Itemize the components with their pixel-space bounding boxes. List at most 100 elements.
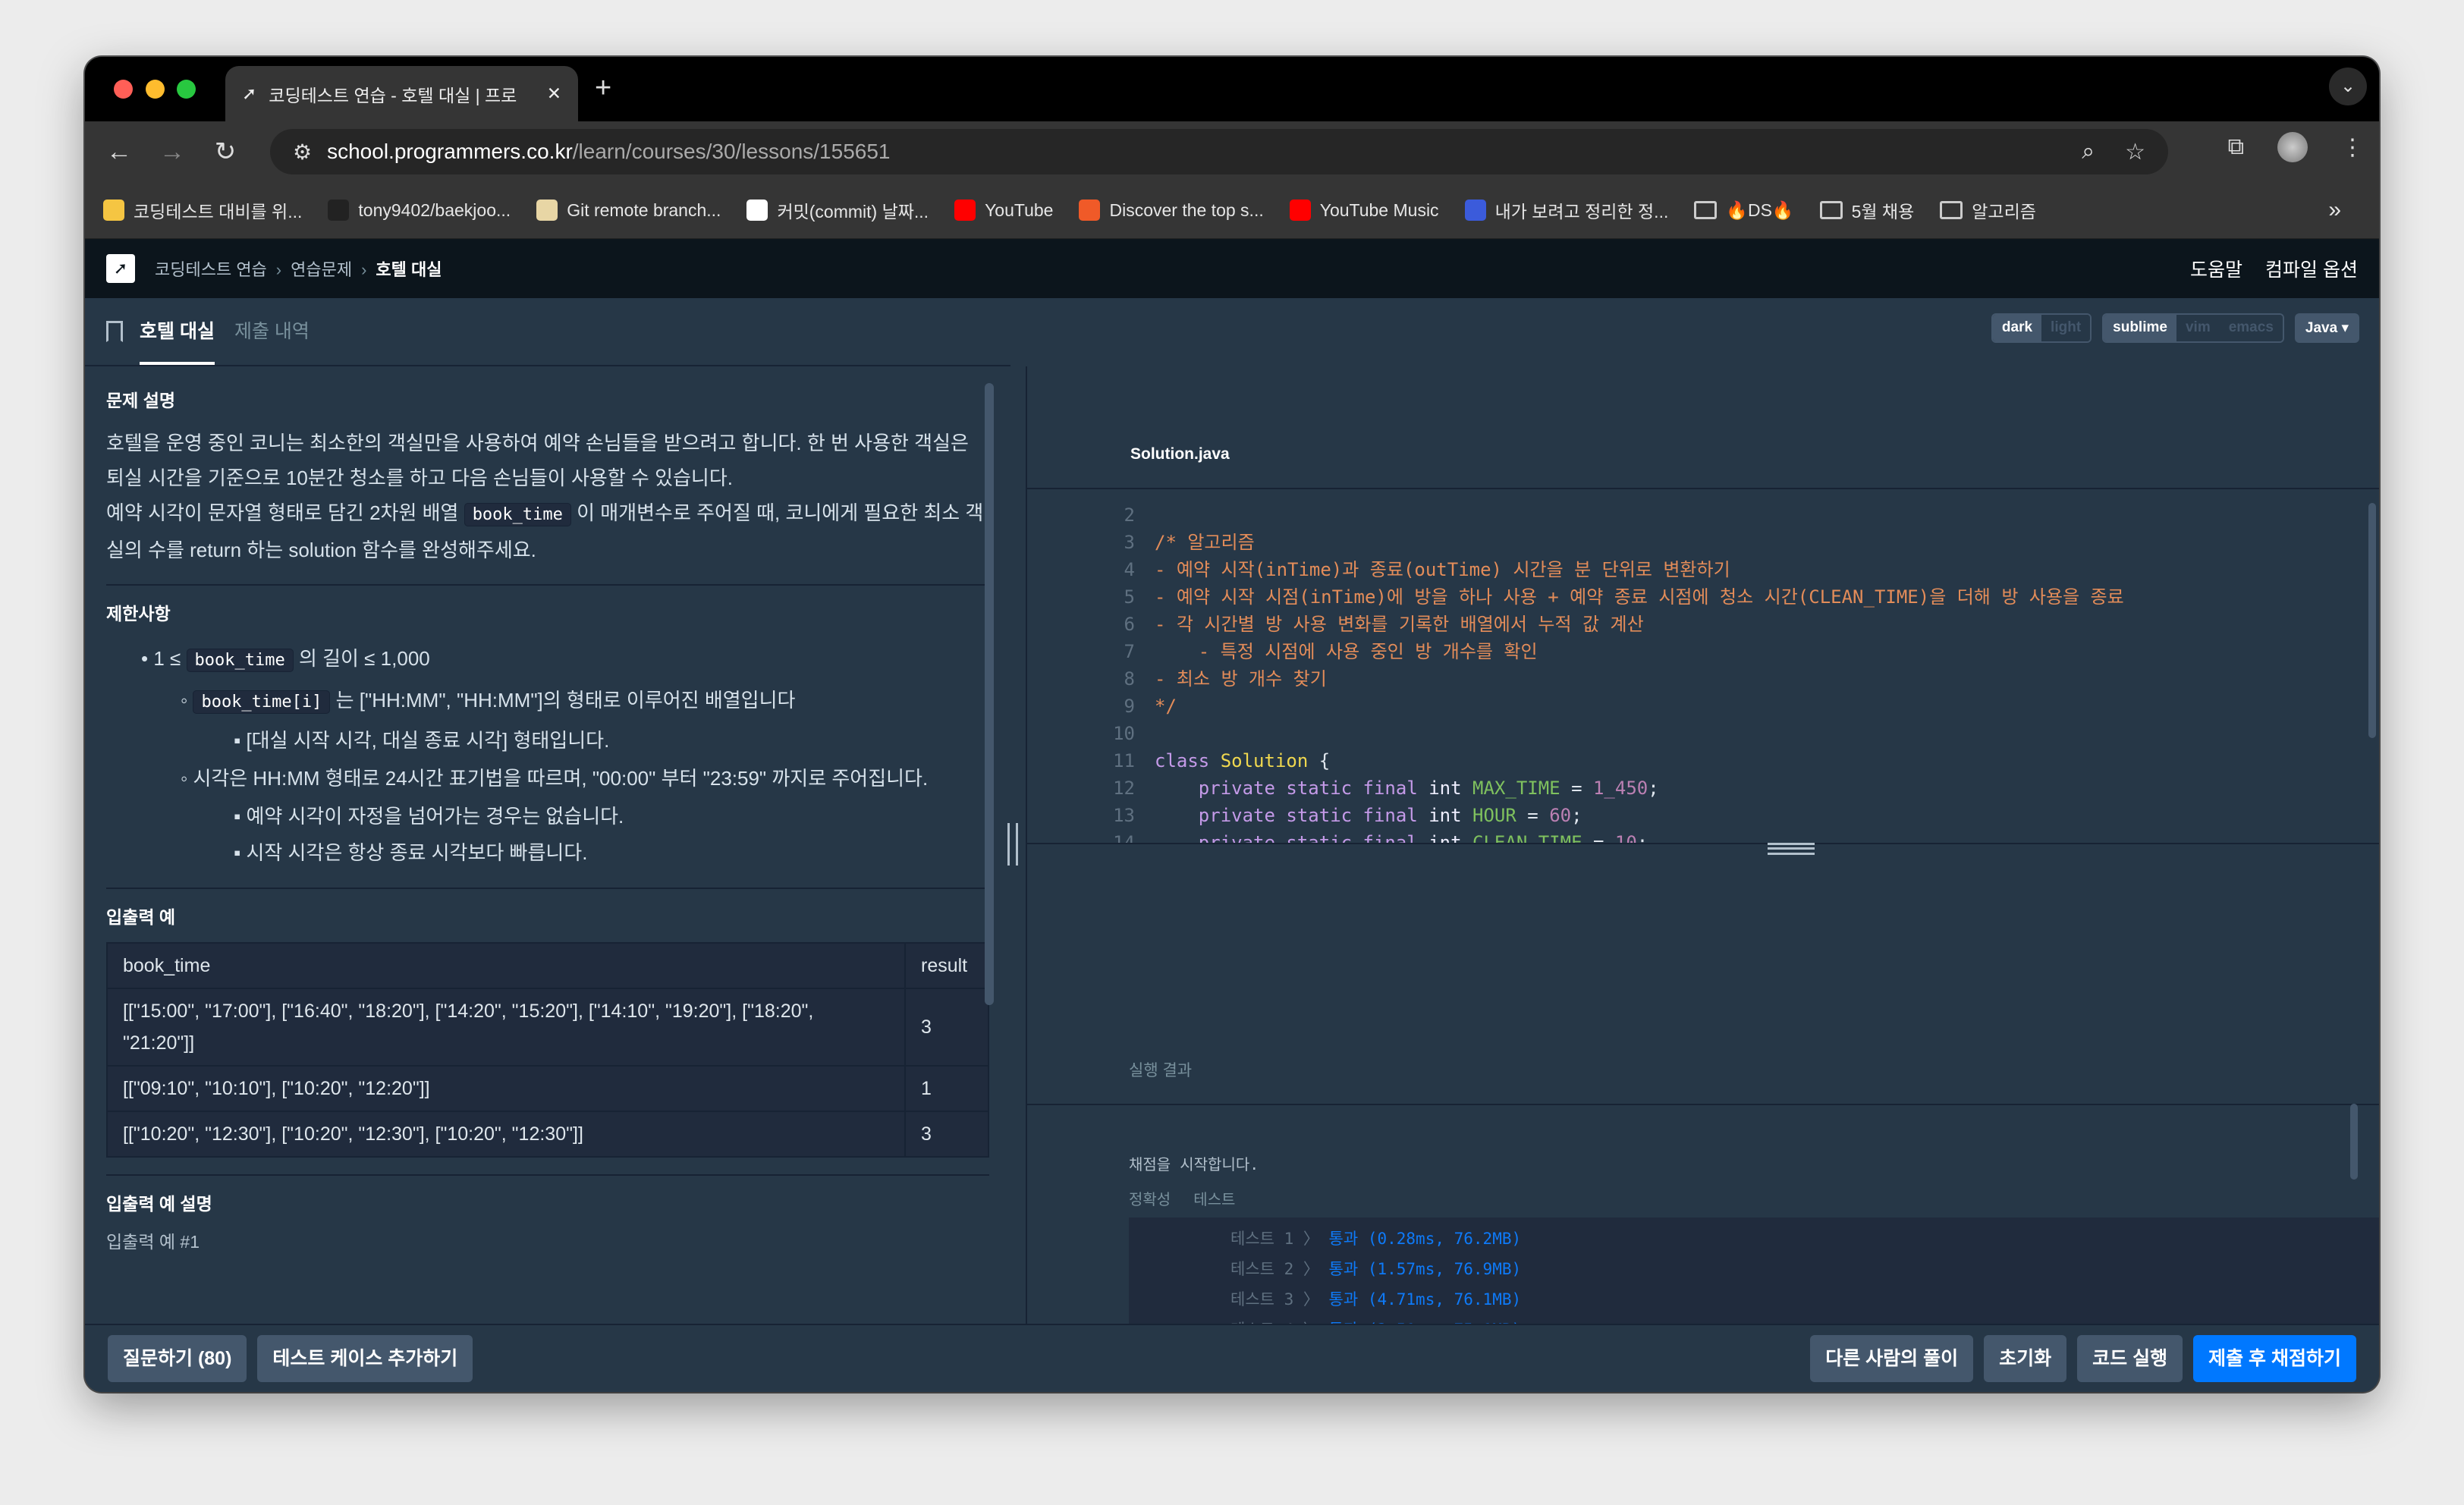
add-testcase-button[interactable]: 테스트 케이스 추가하기 <box>257 1335 473 1382</box>
tab-problem[interactable]: 호텔 대실 <box>140 316 215 365</box>
bookmark-item[interactable]: 내가 보려고 정리한 정... <box>1464 197 1668 223</box>
bookmark-item[interactable]: 커밋(commit) 날짜... <box>746 197 929 223</box>
run-code-button[interactable]: 코드 실행 <box>2077 1335 2183 1382</box>
file-name: Solution.java <box>1027 366 2379 489</box>
profile-avatar[interactable] <box>2277 132 2308 162</box>
tab-search-chevron-icon[interactable]: ⌄ <box>2329 68 2367 105</box>
editor-scrollbar[interactable] <box>2368 503 2376 738</box>
code-line[interactable]: 13 private static final int HOUR = 60; <box>1027 802 2379 829</box>
bookmark-star-icon[interactable]: ☆ <box>2125 139 2145 165</box>
bookmark-icon[interactable] <box>106 321 123 342</box>
bookmark-item[interactable]: tony9402/baekjoo... <box>328 200 511 221</box>
bookmark-item[interactable]: YouTube Music <box>1289 200 1439 221</box>
bookmark-label: Discover the top s... <box>1109 200 1264 220</box>
code-line[interactable]: 2 <box>1027 501 2379 529</box>
programmers-favicon-icon: ➚ <box>242 83 257 103</box>
extensions-icon[interactable]: ⧉ <box>2228 134 2244 160</box>
code-line[interactable]: 12 private static final int MAX_TIME = 1… <box>1027 774 2379 802</box>
line-number: 5 <box>1124 586 1135 608</box>
keymap-vim[interactable]: vim <box>2176 315 2220 341</box>
inline-code: book_time <box>464 503 571 526</box>
bookmark-item[interactable]: YouTube <box>954 200 1053 221</box>
editor-settings: dark light sublime vim emacs Java ▾ <box>1991 313 2359 343</box>
bookmark-folder[interactable]: 알고리즘 <box>1940 197 2036 223</box>
new-tab-icon[interactable]: + <box>595 72 611 105</box>
bookmark-item[interactable]: Git remote branch... <box>536 200 721 221</box>
bookmark-item[interactable]: 코딩테스트 대비를 위... <box>103 197 302 223</box>
code-line[interactable]: 8 - 최소 방 개수 찾기 <box>1027 665 2379 693</box>
reload-icon[interactable]: ↻ <box>199 137 252 167</box>
test-result-row: 테스트 1 〉 통과 (0.28ms, 76.2MB) <box>1230 1224 2379 1254</box>
app-header: ➚ 코딩테스트 연습 › 연습문제 › 호텔 대실 도움말 컴파일 옵션 <box>85 239 2379 298</box>
forward-icon[interactable]: → <box>146 137 199 167</box>
folder-label: 🔥DS🔥 <box>1726 200 1794 220</box>
bookmark-favicon-icon <box>536 200 558 221</box>
site-info-icon[interactable]: ⚙ <box>293 140 312 165</box>
divider <box>106 888 989 889</box>
divider <box>106 584 989 586</box>
test-result-row: 테스트 2 〉 통과 (1.57ms, 76.9MB) <box>1230 1254 2379 1284</box>
help-link[interactable]: 도움말 <box>2190 255 2242 282</box>
close-tab-icon[interactable]: ✕ <box>547 83 561 104</box>
code-token: = <box>1582 832 1615 843</box>
code-line[interactable]: 3 /* 알고리즘 <box>1027 529 2379 556</box>
breadcrumb-practice[interactable]: 연습문제 <box>291 260 352 279</box>
constraint-item: ▪ [대실 시작 시각, 대실 종료 시각] 형태입니다. <box>234 729 610 752</box>
test-results: 테스트 1 〉 통과 (0.28ms, 76.2MB) 테스트 2 〉 통과 (1… <box>1129 1218 2379 1324</box>
problem-description: 문제 설명 호텔을 운영 중인 코니는 최소한의 객실만을 사용하여 예약 손님… <box>85 366 1010 1324</box>
keymap-sublime[interactable]: sublime <box>2104 315 2176 341</box>
code-token: CLEAN_TIME <box>1472 832 1582 843</box>
folder-label: 알고리즘 <box>1972 202 2036 222</box>
test-label: 테스트 <box>1193 1192 1236 1208</box>
code-editor[interactable]: 2 3 /* 알고리즘 4 - 예약 시작(inTime)과 종료(outTime) 시… <box>1027 501 2379 843</box>
code-line[interactable]: 7 - 특정 시점에 사용 중인 방 개수를 확인 <box>1027 638 2379 665</box>
code-token: ; <box>1636 832 1648 843</box>
reset-button[interactable]: 초기화 <box>1984 1335 2067 1382</box>
bookmark-label: 코딩테스트 대비를 위... <box>134 202 303 222</box>
code-token: HOUR <box>1472 805 1516 826</box>
editor-panel: Solution.java 2 3 /* 알고리즘 4 - 예약 시작(inTime)과… <box>1026 366 2379 1324</box>
submit-button[interactable]: 제출 후 채점하기 <box>2193 1335 2356 1382</box>
test-status: 통과 (1.57ms, 76.9MB) <box>1328 1260 1522 1278</box>
test-label: 테스트 3 〉 <box>1230 1290 1319 1309</box>
theme-dark[interactable]: dark <box>1992 315 2042 341</box>
back-icon[interactable]: ← <box>93 137 146 167</box>
table-row: [["10:20", "12:30"], ["10:20", "12:30"],… <box>106 1111 989 1158</box>
language-select[interactable]: Java ▾ <box>2294 313 2359 343</box>
kebab-menu-icon[interactable]: ⋮ <box>2341 134 2364 161</box>
minimize-window-button[interactable] <box>146 80 165 99</box>
compile-options-link[interactable]: 컴파일 옵션 <box>2265 255 2358 282</box>
code-line[interactable]: 4 - 예약 시작(inTime)과 종료(outTime) 시간을 분 단위로 … <box>1027 556 2379 583</box>
bookmark-item[interactable]: Discover the top s... <box>1079 200 1264 221</box>
browser-tab[interactable]: ➚ 코딩테스트 연습 - 호텔 대실 | 프로 ✕ <box>225 66 578 121</box>
keymap-emacs[interactable]: emacs <box>2219 315 2283 341</box>
more-bookmarks-icon[interactable]: » <box>2328 197 2341 223</box>
results-tabs: 정확성 테스트 <box>1129 1187 1235 1209</box>
code-line[interactable]: 14 private static final int CLEAN_TIME =… <box>1027 829 2379 843</box>
programmers-logo-icon[interactable]: ➚ <box>106 254 135 283</box>
code-line[interactable]: 5 - 예약 시작 시점(inTime)에 방을 하나 사용 + 예약 종료 시점… <box>1027 583 2379 611</box>
bookmark-favicon-icon <box>1289 200 1311 221</box>
others-solutions-button[interactable]: 다른 사람의 풀이 <box>1810 1335 1974 1382</box>
address-bar[interactable]: ⚙ school.programmers.co.kr/learn/courses… <box>270 129 2168 174</box>
code-line[interactable]: 11 class Solution { <box>1027 747 2379 774</box>
maximize-window-button[interactable] <box>177 80 196 99</box>
bookmark-folder[interactable]: 🔥DS🔥 <box>1694 200 1794 221</box>
bookmark-folder[interactable]: 5월 채용 <box>1819 197 1914 223</box>
results-scrollbar[interactable] <box>2350 1104 2358 1180</box>
code-line[interactable]: 6 - 각 시간별 방 사용 변화를 기록한 배열에서 누적 값 계산 <box>1027 611 2379 638</box>
ask-question-button[interactable]: 질문하기 (80) <box>108 1335 247 1382</box>
zoom-icon[interactable]: ⌕ <box>2082 139 2095 165</box>
caret-down-icon: ▾ <box>2341 320 2349 336</box>
code-line[interactable]: 9 */ <box>1027 693 2379 720</box>
code-token: 60 <box>1549 805 1572 826</box>
panel-splitter-handle[interactable] <box>1007 823 1018 866</box>
close-window-button[interactable] <box>114 80 133 99</box>
test-status: 통과 (0.28ms, 76.2MB) <box>1328 1230 1522 1248</box>
code-line[interactable]: 10 <box>1027 720 2379 747</box>
theme-light[interactable]: light <box>2041 315 2091 341</box>
tab-submissions[interactable]: 제출 내역 <box>234 316 310 365</box>
resize-handle[interactable] <box>1768 843 1815 855</box>
description-scrollbar[interactable] <box>985 383 994 1005</box>
breadcrumb-coding-test[interactable]: 코딩테스트 연습 <box>155 260 267 279</box>
